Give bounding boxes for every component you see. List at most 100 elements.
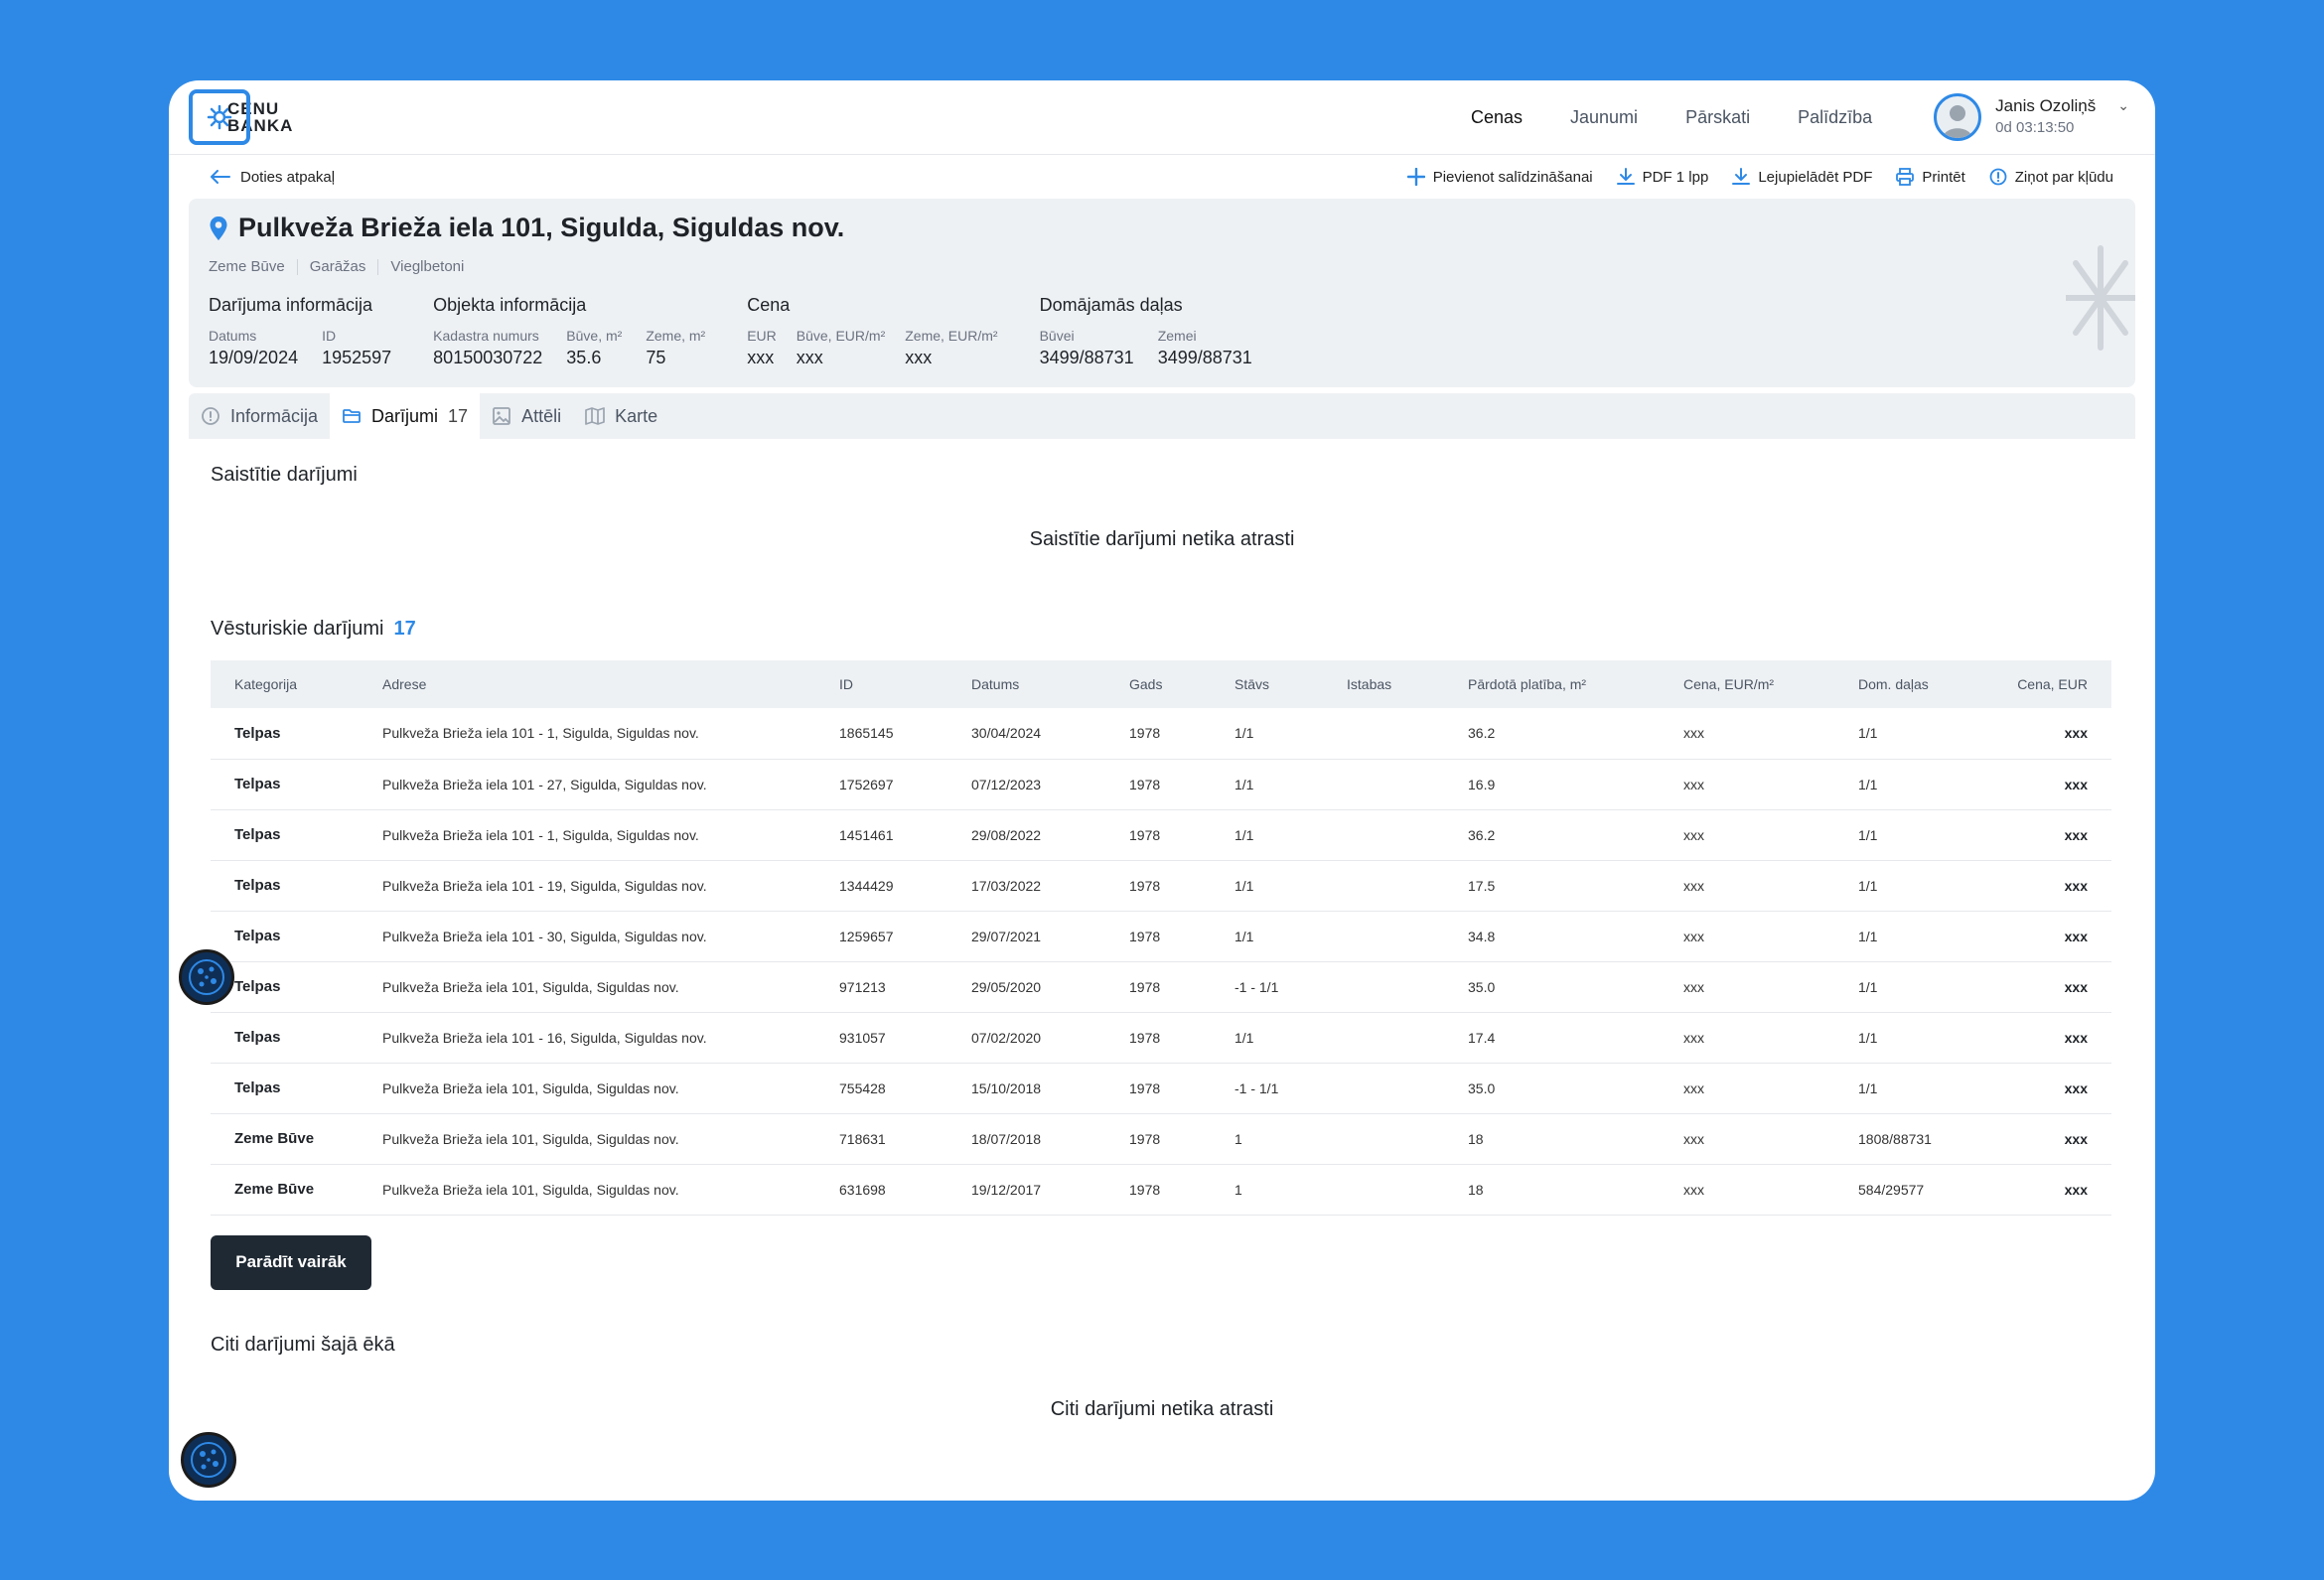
table-row[interactable]: Telpas Pulkveža Brieža iela 101 - 16, Sig… [211, 1012, 2111, 1064]
table-cell: 1/1 [1846, 911, 1998, 962]
chevron-down-icon[interactable]: ⌄ [2117, 97, 2129, 114]
table-cell: Pulkveža Brieža iela 101 - 30, Sigulda, … [370, 911, 827, 962]
pdf-1-page-button[interactable]: PDF 1 lpp [1616, 168, 1708, 186]
table-cell: Zeme Būve [211, 1113, 370, 1165]
column-header[interactable]: ID [827, 660, 959, 708]
table-cell: Pulkveža Brieža iela 101, Sigulda, Sigul… [370, 1063, 827, 1114]
tab-content: Saistītie darījumi Saistītie darījumi ne… [189, 439, 2135, 1421]
table-cell: 971213 [827, 961, 959, 1013]
table-cell: xxx [1671, 1113, 1846, 1165]
cookie-settings-button[interactable] [179, 949, 234, 1005]
field-value: 75 [646, 348, 666, 367]
column-header[interactable]: Cena, EUR/m² [1671, 660, 1846, 708]
logo-icon [189, 89, 250, 145]
field-label: Būve, m² [566, 328, 623, 344]
column-header[interactable]: Gads [1117, 660, 1223, 708]
user-menu[interactable]: Janis Ozoliņš 0d 03:13:50 ⌄ [1934, 93, 2129, 141]
related-section-title: Saistītie darījumi [211, 464, 358, 486]
image-icon [493, 407, 510, 425]
nav-palidziba[interactable]: Palīdzība [1798, 107, 1872, 128]
back-link[interactable]: Doties atpakaļ [211, 169, 335, 186]
column-header[interactable]: Datums [959, 660, 1117, 708]
table-cell: xxx [1671, 1063, 1846, 1114]
table-cell: 1978 [1117, 759, 1223, 810]
table-cell: Zeme Būve [211, 1164, 370, 1216]
field-value: 3499/88731 [1039, 348, 1134, 367]
table-row[interactable]: Telpas Pulkveža Brieža iela 101 - 30, Sig… [211, 911, 2111, 962]
column-header[interactable]: Kategorija [211, 660, 370, 708]
column-header[interactable]: Stāvs [1223, 660, 1335, 708]
table-row[interactable]: Zeme Būve Pulkveža Brieža iela 101, Sigul… [211, 1164, 2111, 1216]
table-cell: Telpas [211, 1012, 370, 1064]
table-row[interactable]: Telpas Pulkveža Brieža iela 101, Sigulda,… [211, 961, 2111, 1013]
logo[interactable]: CENU BANKA [189, 89, 297, 145]
cookie-icon [189, 959, 224, 995]
table-row[interactable]: Telpas Pulkveža Brieža iela 101 - 27, Sig… [211, 759, 2111, 810]
download-icon [1732, 168, 1751, 185]
alert-circle-icon [1989, 168, 2007, 186]
table-cell: Pulkveža Brieža iela 101 - 19, Sigulda, … [370, 860, 827, 912]
table-cell [1335, 1113, 1456, 1165]
table-cell: 07/02/2020 [959, 1012, 1117, 1064]
table-cell: 35.0 [1456, 1063, 1671, 1114]
table-cell: Telpas [211, 759, 370, 810]
table-cell: 1/1 [1846, 961, 1998, 1013]
column-header[interactable]: Adrese [370, 660, 827, 708]
table-cell: 35.0 [1456, 961, 1671, 1013]
tab-karte[interactable]: Karte [573, 393, 669, 439]
table-row[interactable]: Telpas Pulkveža Brieža iela 101 - 19, Sig… [211, 860, 2111, 912]
table-cell: 29/07/2021 [959, 911, 1117, 962]
printer-icon [1896, 168, 1915, 186]
table-cell: 1/1 [1846, 708, 1998, 760]
table-cell: xxx [1998, 1012, 2111, 1064]
table-cell [1335, 1164, 1456, 1216]
table-cell: xxx [1671, 1164, 1846, 1216]
table-cell: -1 - 1/1 [1223, 961, 1335, 1013]
cookie-icon [191, 1442, 226, 1478]
map-icon [585, 407, 605, 425]
download-pdf-label: Lejupielādēt PDF [1758, 168, 1873, 186]
tab-informacija[interactable]: Informācija [189, 393, 330, 439]
table-row[interactable]: Telpas Pulkveža Brieža iela 101 - 1, Sigu… [211, 708, 2111, 760]
table-row[interactable]: Telpas Pulkveža Brieža iela 101 - 1, Sigu… [211, 809, 2111, 861]
table-cell: 1978 [1117, 1113, 1223, 1165]
nav-parskati[interactable]: Pārskati [1685, 107, 1750, 128]
print-button[interactable]: Printēt [1896, 168, 1965, 186]
user-icon [1943, 105, 1973, 138]
main-nav: Cenas Jaunumi Pārskati Palīdzība [1471, 107, 1872, 128]
table-cell: Telpas [211, 708, 370, 760]
table-cell: 1/1 [1846, 809, 1998, 861]
table-row[interactable]: Zeme Būve Pulkveža Brieža iela 101, Sigul… [211, 1113, 2111, 1165]
table-cell: 17.5 [1456, 860, 1671, 912]
table-cell: xxx [1671, 708, 1846, 760]
print-label: Printēt [1922, 168, 1965, 186]
column-header[interactable]: Cena, EUR [1998, 660, 2111, 708]
add-compare-button[interactable]: Pievienot salīdzināšanai [1406, 168, 1593, 186]
cookie-settings-button[interactable] [181, 1432, 236, 1488]
other-section-title: Citi darījumi šajā ēkā [211, 1333, 395, 1356]
tab-atteli[interactable]: Attēli [480, 393, 573, 439]
nav-cenas[interactable]: Cenas [1471, 107, 1523, 128]
table-cell: 1/1 [1846, 1063, 1998, 1114]
download-pdf-button[interactable]: Lejupielādēt PDF [1732, 168, 1872, 186]
table-cell: 15/10/2018 [959, 1063, 1117, 1114]
column-header[interactable]: Pārdotā platība, m² [1456, 660, 1671, 708]
field-value: xxx [905, 348, 933, 367]
column-header[interactable]: Dom. daļas [1846, 660, 1998, 708]
table-cell: xxx [1998, 1113, 2111, 1165]
report-error-button[interactable]: Ziņot par kļūdu [1989, 168, 2113, 186]
table-cell: xxx [1671, 860, 1846, 912]
table-cell: Pulkveža Brieža iela 101 - 1, Sigulda, S… [370, 708, 827, 760]
map-pin-icon [210, 215, 227, 240]
table-cell: 1978 [1117, 1164, 1223, 1216]
column-header[interactable]: Istabas [1335, 660, 1456, 708]
title-row: Pulkveža Brieža iela 101, Sigulda, Sigul… [209, 213, 2115, 243]
tab-label: Attēli [521, 405, 562, 426]
table-cell: 1/1 [1223, 708, 1335, 760]
tab-darijumi[interactable]: Darījumi 17 [330, 393, 481, 439]
nav-jaunumi[interactable]: Jaunumi [1570, 107, 1638, 128]
table-row[interactable]: Telpas Pulkveža Brieža iela 101, Sigulda,… [211, 1063, 2111, 1114]
tag: Zeme Būve [209, 258, 285, 275]
table-cell: 18 [1456, 1164, 1671, 1216]
show-more-button[interactable]: Parādīt vairāk [211, 1234, 371, 1290]
